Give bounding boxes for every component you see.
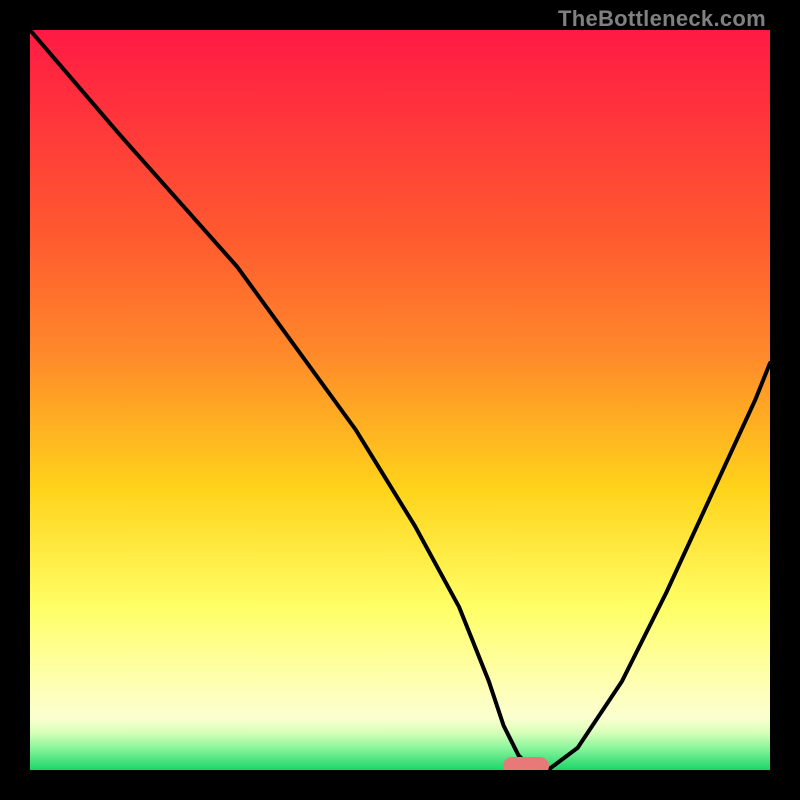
watermark-label: TheBottleneck.com [558,6,766,32]
plot-area [30,30,770,770]
gradient-background [30,30,770,770]
chart-svg [30,30,770,770]
optimal-marker [503,757,549,770]
chart-container: TheBottleneck.com [0,0,800,800]
